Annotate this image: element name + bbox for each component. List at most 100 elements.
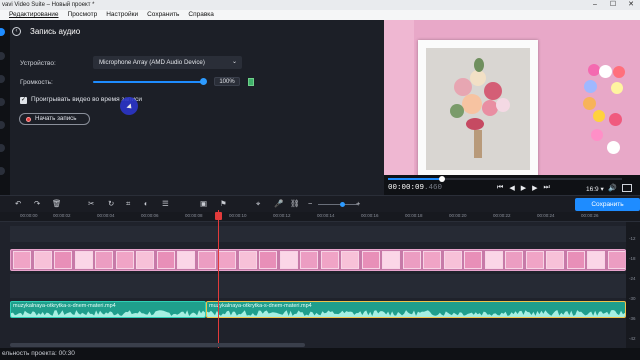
video-thumbnail [218, 251, 236, 269]
video-thumbnail [177, 251, 195, 269]
ruler-tick: 00:00:04 [97, 213, 115, 218]
volume-value[interactable]: 100% [214, 77, 240, 86]
video-thumbnail [423, 251, 441, 269]
settings-icon[interactable]: ☰ [162, 200, 169, 208]
video-thumbnail [13, 251, 31, 269]
playback-progress[interactable] [388, 176, 622, 182]
ruler-tick: 00:00:02 [53, 213, 71, 218]
level-tick: -30 [629, 296, 636, 301]
redo-icon[interactable]: ↷ [34, 200, 40, 208]
video-thumbnail [546, 251, 564, 269]
color-icon[interactable]: ◐ [144, 200, 149, 208]
tool-icon-active[interactable] [0, 28, 5, 36]
start-recording-button[interactable]: Начать запись [19, 113, 90, 125]
delete-icon[interactable]: 🗑 [52, 200, 62, 208]
audio-record-panel [10, 20, 384, 195]
save-button[interactable]: Сохранить [575, 198, 640, 211]
skip-start-icon[interactable]: ⏮ [497, 184, 503, 192]
cut-icon[interactable]: ✂ [88, 200, 94, 208]
tool-icon[interactable] [0, 98, 5, 106]
maximize-button[interactable]: ☐ [604, 0, 622, 10]
time-fraction: .460 [424, 184, 443, 192]
video-clip[interactable] [10, 249, 626, 271]
tool-icon[interactable] [0, 121, 5, 129]
device-select[interactable]: Microphone Array (AMD Audio Device) ⌄ [93, 56, 242, 69]
video-thumbnail [525, 251, 544, 269]
video-thumbnail [279, 251, 298, 269]
zoom-slider[interactable] [318, 202, 358, 207]
start-recording-label: Начать запись [35, 115, 77, 122]
time-current: 00:00:09 [388, 184, 425, 192]
progress-knob[interactable] [438, 176, 445, 182]
tool-icon[interactable] [0, 167, 5, 175]
ruler-tick: 00:00:12 [273, 213, 291, 218]
location-icon[interactable]: ⌖ [256, 200, 260, 208]
microphone-icon[interactable]: 🎤 [274, 200, 283, 208]
video-thumbnail [197, 251, 216, 269]
volume-icon[interactable]: 🔊 [608, 184, 617, 192]
video-thumbnail [341, 251, 359, 269]
zoom-knob[interactable] [340, 202, 345, 207]
volume-slider[interactable] [93, 78, 207, 85]
play-video-checkbox[interactable]: ✓ [20, 97, 27, 104]
marker-flag-icon[interactable]: ⚑ [220, 200, 227, 208]
skip-end-icon[interactable]: ⏭ [543, 184, 549, 192]
text-track [10, 226, 626, 242]
video-thumbnail [484, 251, 503, 269]
empty-track [10, 274, 626, 298]
minimize-button[interactable]: – [586, 0, 604, 10]
menu-settings[interactable]: Настройки [106, 10, 138, 20]
record-dot-icon [26, 117, 31, 122]
undo-icon[interactable]: ↶ [15, 200, 21, 208]
zoom-in-icon[interactable]: + [356, 200, 360, 208]
volume-knob[interactable] [200, 78, 207, 85]
audio-clip[interactable]: muzykalnaya-otkrytka-s-dnem-materi.mp4 [10, 301, 206, 318]
play-icon[interactable]: ▶ [521, 184, 526, 192]
tool-icon[interactable] [0, 144, 5, 152]
flower-decoration [609, 113, 622, 126]
audio-clip-selected[interactable]: muzykalnaya-otkrytka-s-dnem-materi.mp4 [206, 301, 626, 318]
copy-icon[interactable]: ▣ [200, 200, 207, 208]
flower-decoration [591, 129, 603, 141]
audio-waveform [11, 310, 205, 317]
aspect-ratio-select[interactable]: 16:9 ▾ [586, 185, 604, 193]
panel-title: Запись аудио [30, 27, 81, 36]
snapshot-icon[interactable] [622, 184, 632, 192]
ruler-tick: 00:00:08 [185, 213, 203, 218]
video-thumbnail [136, 251, 154, 269]
crop-icon[interactable]: ⌗ [126, 200, 130, 208]
level-meter-icon [248, 78, 254, 86]
flower-decoration [599, 65, 612, 78]
menu-view[interactable]: Просмотр [68, 10, 98, 20]
flower-decoration [584, 80, 597, 93]
flower-decoration [607, 141, 620, 154]
zoom-out-icon[interactable]: − [308, 200, 312, 208]
menu-help[interactable]: Справка [188, 10, 214, 20]
level-tick: -24 [629, 276, 636, 281]
ruler-tick: 00:00:26 [581, 213, 599, 218]
ruler-tick: 00:00:18 [405, 213, 423, 218]
step-back-icon[interactable]: ◀ [509, 184, 514, 192]
video-thumbnail [95, 251, 113, 269]
back-arrow-icon[interactable]: ‹ [12, 27, 21, 36]
link-icon[interactable]: ⛓ [290, 200, 300, 208]
menu-save[interactable]: Сохранить [147, 10, 179, 20]
video-thumbnail [156, 251, 175, 269]
rotate-icon[interactable]: ↻ [108, 200, 114, 208]
menu-bar: Редактирование Просмотр Настройки Сохран… [0, 10, 640, 20]
ruler-tick: 00:00:24 [537, 213, 555, 218]
level-tick: -36 [629, 316, 636, 321]
status-bar: ельность проекта: 00:30 [0, 348, 640, 360]
menu-edit[interactable]: Редактирование [9, 10, 59, 20]
tool-icon[interactable] [0, 52, 5, 60]
timeline-scrollbar[interactable] [10, 343, 305, 347]
video-thumbnail [74, 251, 93, 269]
tool-icon[interactable] [0, 75, 5, 83]
step-forward-icon[interactable]: ▶ [532, 184, 537, 192]
video-thumbnail [402, 251, 421, 269]
playhead[interactable] [215, 210, 222, 348]
title-bar: vavi Video Suite – Новый проект * – ☐ ✕ [0, 0, 640, 10]
device-label: Устройство: [20, 60, 56, 67]
video-thumbnail [320, 251, 339, 269]
close-button[interactable]: ✕ [622, 0, 640, 10]
